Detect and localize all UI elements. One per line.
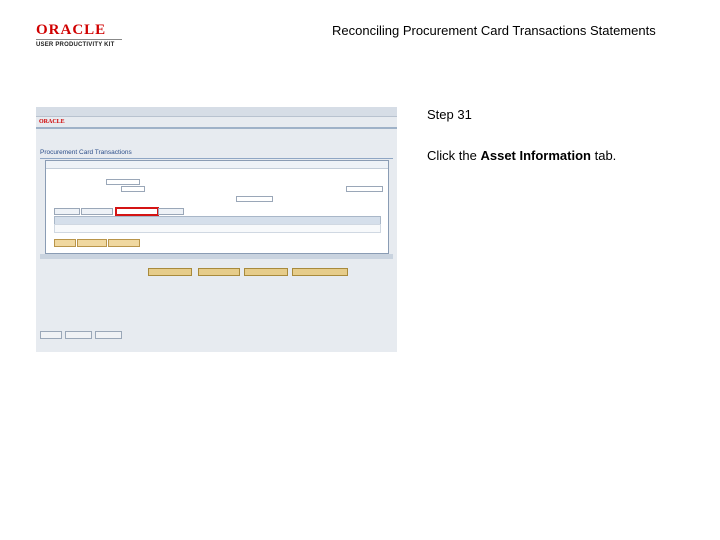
instruction-target: Asset Information: [480, 148, 591, 163]
logo-word: ORACLE: [36, 22, 107, 38]
modal-ok-button[interactable]: [54, 239, 76, 247]
page-title: Reconciling Procurement Card Transaction…: [332, 23, 656, 38]
logo-subtitle: USER PRODUCTIVITY KIT: [36, 42, 115, 48]
modal-field: [121, 186, 145, 192]
step-instruction: Click the Asset Information tab.: [427, 148, 616, 163]
tab-defaults[interactable]: [54, 208, 80, 215]
save-button[interactable]: [40, 331, 62, 339]
tab-asset-information[interactable]: [115, 207, 159, 216]
screenshot-lower-section: [36, 253, 397, 352]
notify-button[interactable]: [65, 331, 92, 339]
modal-field: [236, 196, 273, 202]
modal-header: [46, 161, 388, 169]
lower-row-strip: [40, 254, 393, 259]
step-label: Step 31: [427, 107, 472, 122]
application-screenshot: ORACLE Procurement Card Transactions: [36, 107, 397, 352]
modal-field: [346, 186, 383, 192]
modal-field: [106, 179, 140, 185]
lower-button[interactable]: [198, 268, 240, 276]
screenshot-page-title: Procurement Card Transactions: [40, 149, 132, 156]
modal-grid-row: [54, 224, 381, 233]
lower-button[interactable]: [292, 268, 348, 276]
screenshot-nav-bar: [36, 107, 397, 117]
instruction-suffix: tab.: [590, 148, 617, 163]
lower-button[interactable]: [244, 268, 288, 276]
instruction-prefix: Click the: [427, 148, 481, 163]
screenshot-oracle-logo: ORACLE: [39, 119, 65, 125]
logo-divider: [36, 39, 122, 40]
screenshot-divider: [40, 158, 393, 159]
refresh-button[interactable]: [95, 331, 122, 339]
modal-cancel-button[interactable]: [77, 239, 107, 247]
lower-button[interactable]: [148, 268, 192, 276]
tab-general[interactable]: [81, 208, 113, 215]
modal-refresh-button[interactable]: [108, 239, 140, 247]
screenshot-modal-dialog: [45, 160, 389, 254]
screenshot-header-bar: [36, 127, 397, 129]
oracle-upk-logo: ORACLE USER PRODUCTIVITY KIT: [36, 22, 122, 49]
tab-other[interactable]: [158, 208, 184, 215]
